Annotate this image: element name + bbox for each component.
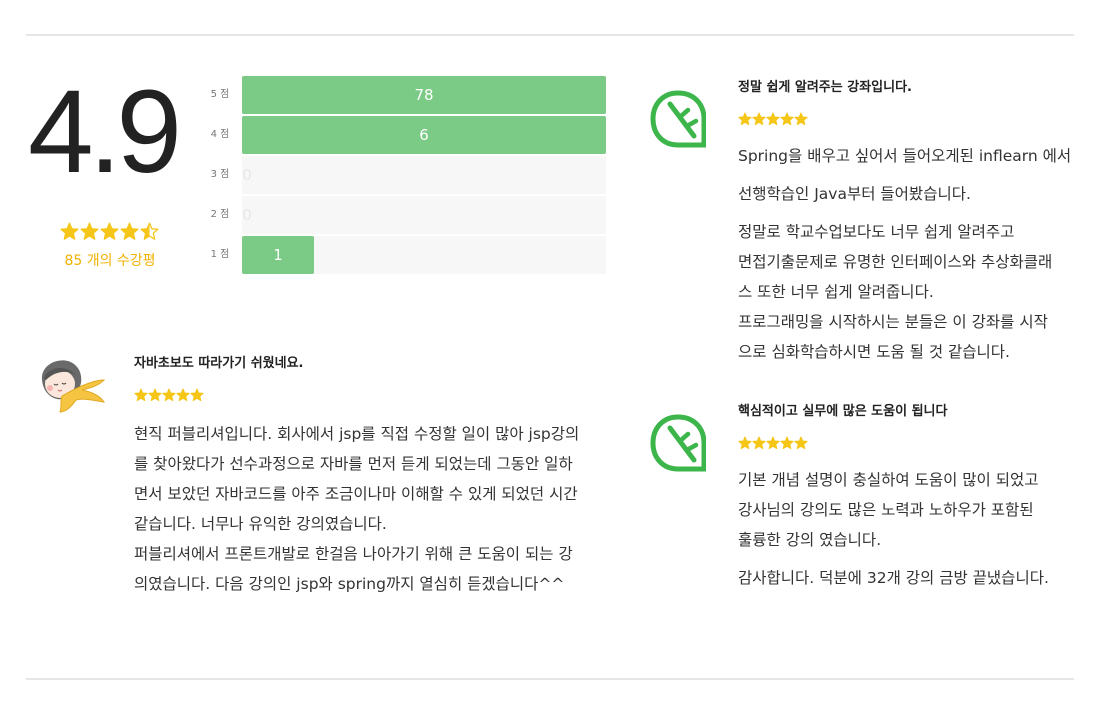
review-line: 퍼블리셔에서 프론트개발로 한걸음 나아가기 위해 큰 도움이 되는 강 — [134, 545, 573, 563]
star-icon — [80, 222, 99, 240]
star-icon — [794, 436, 808, 450]
review-title: 자바초보도 따라가기 쉬웠네요. — [134, 356, 304, 371]
rating-row-label: 1 점 — [210, 249, 230, 260]
review-line: 의였습니다. 다음 강의인 jsp와 spring까지 열심히 듣겠습니다^^ — [134, 575, 565, 593]
review-line: 으로 심화학습하시면 도움 될 것 같습니다. — [738, 343, 1010, 361]
review-line: 면접기출문제로 유명한 인터페이스와 추상화클래 — [738, 253, 1053, 271]
star-icon — [766, 436, 780, 450]
review-line: 를 찾아왔다가 선수과정으로 자바를 먼저 듣게 되었는데 그동안 일하 — [134, 455, 573, 473]
rating-row-4[interactable]: 4 점 6 — [200, 116, 608, 156]
leaf-logo-icon — [650, 414, 707, 476]
star-icon — [794, 112, 808, 126]
rating-row-label: 2 점 — [210, 209, 230, 220]
average-rating: 4.9 — [28, 66, 182, 198]
review-line: 스 또한 너무 쉽게 알려줍니다. — [738, 283, 934, 301]
top-divider — [26, 34, 1074, 36]
star-icon — [766, 112, 780, 126]
star-icon — [738, 436, 752, 450]
leaf-logo-icon — [650, 90, 707, 152]
star-icon — [190, 388, 204, 402]
star-icon — [120, 222, 139, 240]
star-icon — [752, 436, 766, 450]
review-line: 선행학습인 Java부터 들어봤습니다. — [738, 185, 971, 203]
review-body: 현직 퍼블리셔입니다. 회사에서 jsp를 직접 수정할 일이 많아 jsp강의… — [134, 419, 579, 599]
rating-bar-track: 1 — [242, 236, 606, 274]
review-stars — [134, 388, 204, 402]
review-line: Spring을 배우고 싶어서 들어오게된 inflearn 에서 — [738, 147, 1072, 165]
star-icon — [176, 388, 190, 402]
user-avatar-illustration — [32, 350, 112, 426]
rating-bar-count: 0 — [242, 166, 252, 184]
bottom-divider — [26, 678, 1074, 680]
review-line: 훌륭한 강의 였습니다. — [738, 531, 882, 549]
review-body: Spring을 배우고 싶어서 들어오게된 inflearn 에서 선행학습인 … — [738, 141, 1071, 367]
review-line: 감사합니다. 덕분에 32개 강의 금방 끝냈습니다. — [738, 569, 1049, 587]
review-line: 정말로 학교수업보다도 너무 쉽게 알려주고 — [738, 223, 1015, 241]
rating-bar-count: 78 — [414, 86, 434, 104]
star-icon — [738, 112, 752, 126]
star-icon — [780, 436, 794, 450]
rating-bar-track: 0 — [242, 156, 606, 194]
review-line: 프로그래밍을 시작하시는 분들은 이 강좌를 시작 — [738, 313, 1048, 331]
average-stars — [60, 222, 170, 241]
star-icon — [134, 388, 148, 402]
review-line: 같습니다. 너무나 유익한 강의였습니다. — [134, 515, 387, 533]
rating-bar-count: 1 — [273, 246, 283, 264]
star-icon — [752, 112, 766, 126]
star-icon — [148, 388, 162, 402]
review-count: 85 개의 수강평 — [64, 253, 156, 269]
review-body: 기본 개념 설명이 충실하여 도움이 많이 되었고 강사님의 강의도 많은 노력… — [738, 465, 1049, 593]
rating-bar-count: 6 — [419, 126, 429, 144]
review-line: 면서 보았던 자바코드를 아주 조금이나마 이해할 수 있게 되었던 시간 — [134, 485, 578, 503]
rating-row-5[interactable]: 5 점 78 — [200, 76, 608, 116]
rating-row-label: 4 점 — [210, 129, 230, 140]
rating-row-label: 5 점 — [210, 89, 230, 100]
review-title: 정말 쉽게 알려주는 강좌입니다. — [738, 80, 912, 95]
review-line: 기본 개념 설명이 충실하여 도움이 많이 되었고 — [738, 471, 1039, 489]
rating-row-2[interactable]: 2 점 0 — [200, 196, 608, 236]
star-icon — [140, 222, 159, 240]
star-icon — [60, 222, 79, 240]
star-icon — [162, 388, 176, 402]
rating-bar-track: 6 — [242, 116, 606, 154]
star-icon — [100, 222, 119, 240]
rating-bar-track: 78 — [242, 76, 606, 114]
review-title: 핵심적이고 실무에 많은 도움이 됩니다 — [738, 404, 948, 419]
review-line: 현직 퍼블리셔입니다. 회사에서 jsp를 직접 수정할 일이 많아 jsp강의 — [134, 425, 580, 443]
rating-bar-track: 0 — [242, 196, 606, 234]
rating-row-label: 3 점 — [210, 169, 230, 180]
review-stars — [738, 112, 808, 126]
review-line: 강사님의 강의도 많은 노력과 노하우가 포함된 — [738, 501, 1034, 519]
review-stars — [738, 436, 808, 450]
star-icon — [780, 112, 794, 126]
rating-row-3[interactable]: 3 점 0 — [200, 156, 608, 196]
rating-distribution: 5 점 78 4 점 6 3 점 0 2 점 0 1 점 1 — [200, 76, 608, 276]
rating-row-1[interactable]: 1 점 1 — [200, 236, 608, 276]
rating-bar-count: 0 — [242, 206, 252, 224]
